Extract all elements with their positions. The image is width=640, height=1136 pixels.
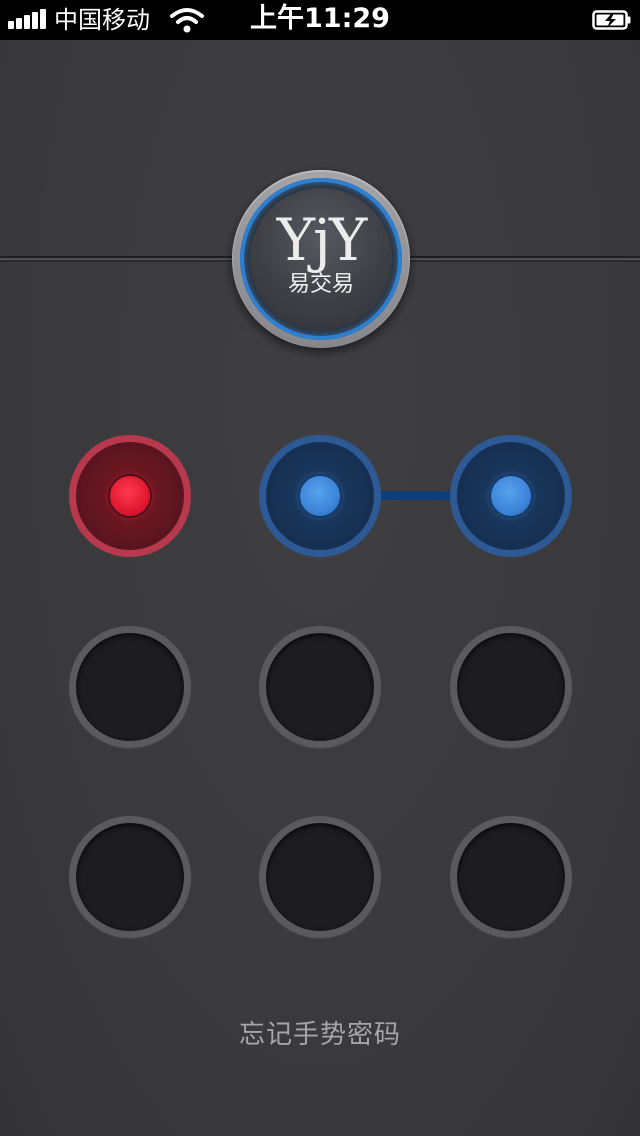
gesture-node-2[interactable] (259, 435, 381, 557)
node-dot (491, 857, 531, 897)
gesture-node-1[interactable] (69, 435, 191, 557)
gesture-node-4[interactable] (69, 626, 191, 748)
forgot-gesture-password-link[interactable]: 忘记手势密码 (0, 1018, 640, 1052)
gesture-node-9[interactable] (450, 816, 572, 938)
header-divider-left (0, 256, 240, 262)
gesture-node-3[interactable] (450, 435, 572, 557)
gesture-node-5[interactable] (259, 626, 381, 748)
gesture-node-8[interactable] (259, 816, 381, 938)
node-dot (491, 476, 531, 516)
app-logo: YjY 易交易 (232, 170, 410, 348)
node-dot (491, 667, 531, 707)
gesture-node-7[interactable] (69, 816, 191, 938)
node-dot (110, 857, 150, 897)
logo-name: 易交易 (287, 272, 354, 297)
node-dot (300, 857, 340, 897)
gesture-node-6[interactable] (450, 626, 572, 748)
status-time: 上午11:29 (250, 3, 390, 34)
header-divider-right (400, 256, 640, 262)
node-dot (300, 476, 340, 516)
logo-mark: YjY (276, 206, 368, 274)
logo-face: YjY 易交易 (250, 188, 392, 330)
status-bar: 中国移动 上午11:29 (0, 0, 640, 40)
node-dot (110, 476, 150, 516)
battery-charging-icon (592, 10, 631, 30)
node-dot (110, 667, 150, 707)
node-dot (300, 667, 340, 707)
gesture-lock-screen: 中国移动 上午11:29 YjY 易交易 忘记手势密码 (0, 0, 640, 1136)
